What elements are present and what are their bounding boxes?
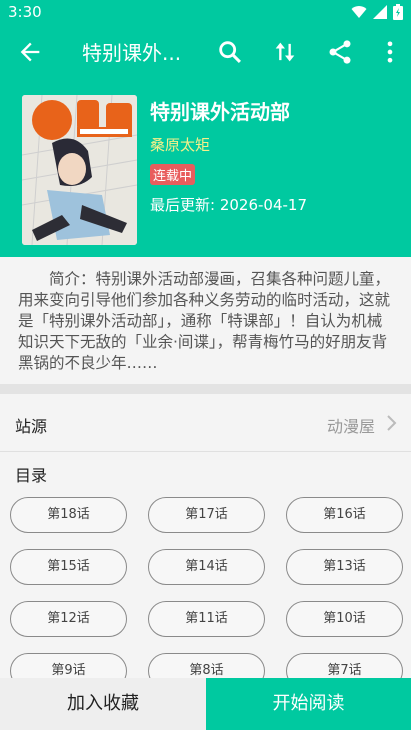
- last-update: 最后更新: 2026-04-17: [150, 194, 307, 215]
- catalog-label: 目录: [15, 466, 48, 485]
- chevron-right-icon: [387, 415, 397, 431]
- status-badge: 连载中: [150, 164, 196, 185]
- comic-intro[interactable]: 简介：特别课外活动部漫画，召集各种问题儿童，用来变向引导他们参加各种义务劳动的临…: [0, 257, 411, 384]
- battery-icon: [393, 4, 403, 20]
- start-reading-button[interactable]: 开始阅读: [206, 678, 411, 730]
- chapter-button[interactable]: 第18话: [10, 497, 127, 533]
- toolbar-title: 特别课外...: [82, 41, 182, 65]
- chapter-button[interactable]: 第11话: [148, 601, 265, 637]
- comic-title: 特别课外活动部: [150, 100, 290, 124]
- section-divider: [0, 384, 411, 394]
- signal-icon: [373, 5, 387, 19]
- chapter-button[interactable]: 第12话: [10, 601, 127, 637]
- last-update-label: 最后更新:: [150, 196, 216, 214]
- chapter-button[interactable]: 第14话: [148, 549, 265, 585]
- status-time: 3:30: [8, 3, 42, 21]
- sort-icon[interactable]: [271, 38, 299, 66]
- back-icon[interactable]: [16, 38, 44, 66]
- source-label: 站源: [15, 417, 48, 436]
- source-value: 动漫屋: [326, 417, 375, 436]
- chapter-button[interactable]: 第17话: [148, 497, 265, 533]
- source-row[interactable]: 站源 动漫屋: [0, 394, 411, 452]
- intro-text: 简介：特别课外活动部漫画，召集各种问题儿童，用来变向引导他们参加各种义务劳动的临…: [18, 270, 391, 372]
- chapter-button[interactable]: 第8话: [148, 653, 265, 678]
- comic-header: 特别课外活动部 桑原太矩 连载中 最后更新: 2026-04-17: [0, 80, 411, 257]
- search-icon[interactable]: [216, 38, 244, 66]
- status-bar: 3:30: [0, 0, 411, 24]
- add-favorite-button[interactable]: 加入收藏: [0, 678, 206, 730]
- chapter-button[interactable]: 第15话: [10, 549, 127, 585]
- chapter-button[interactable]: 第10话: [286, 601, 403, 637]
- cover-image[interactable]: [22, 95, 137, 245]
- status-icons: [351, 4, 403, 20]
- comic-author[interactable]: 桑原太矩: [150, 134, 210, 155]
- share-icon[interactable]: [326, 38, 354, 66]
- wifi-icon: [351, 6, 367, 19]
- chapter-button[interactable]: 第9话: [10, 653, 127, 678]
- chapter-catalog: 目录 第18话 第17话 第16话 第15话 第14话 第13话 第12话 第1…: [0, 452, 411, 678]
- more-icon[interactable]: [376, 38, 404, 66]
- bottom-action-bar: 加入收藏 开始阅读: [0, 678, 411, 730]
- app-toolbar: 特别课外...: [0, 24, 411, 80]
- last-update-date: 2026-04-17: [219, 196, 308, 214]
- chapter-button[interactable]: 第13话: [286, 549, 403, 585]
- chapter-button[interactable]: 第7话: [286, 653, 403, 678]
- chapter-button[interactable]: 第16话: [286, 497, 403, 533]
